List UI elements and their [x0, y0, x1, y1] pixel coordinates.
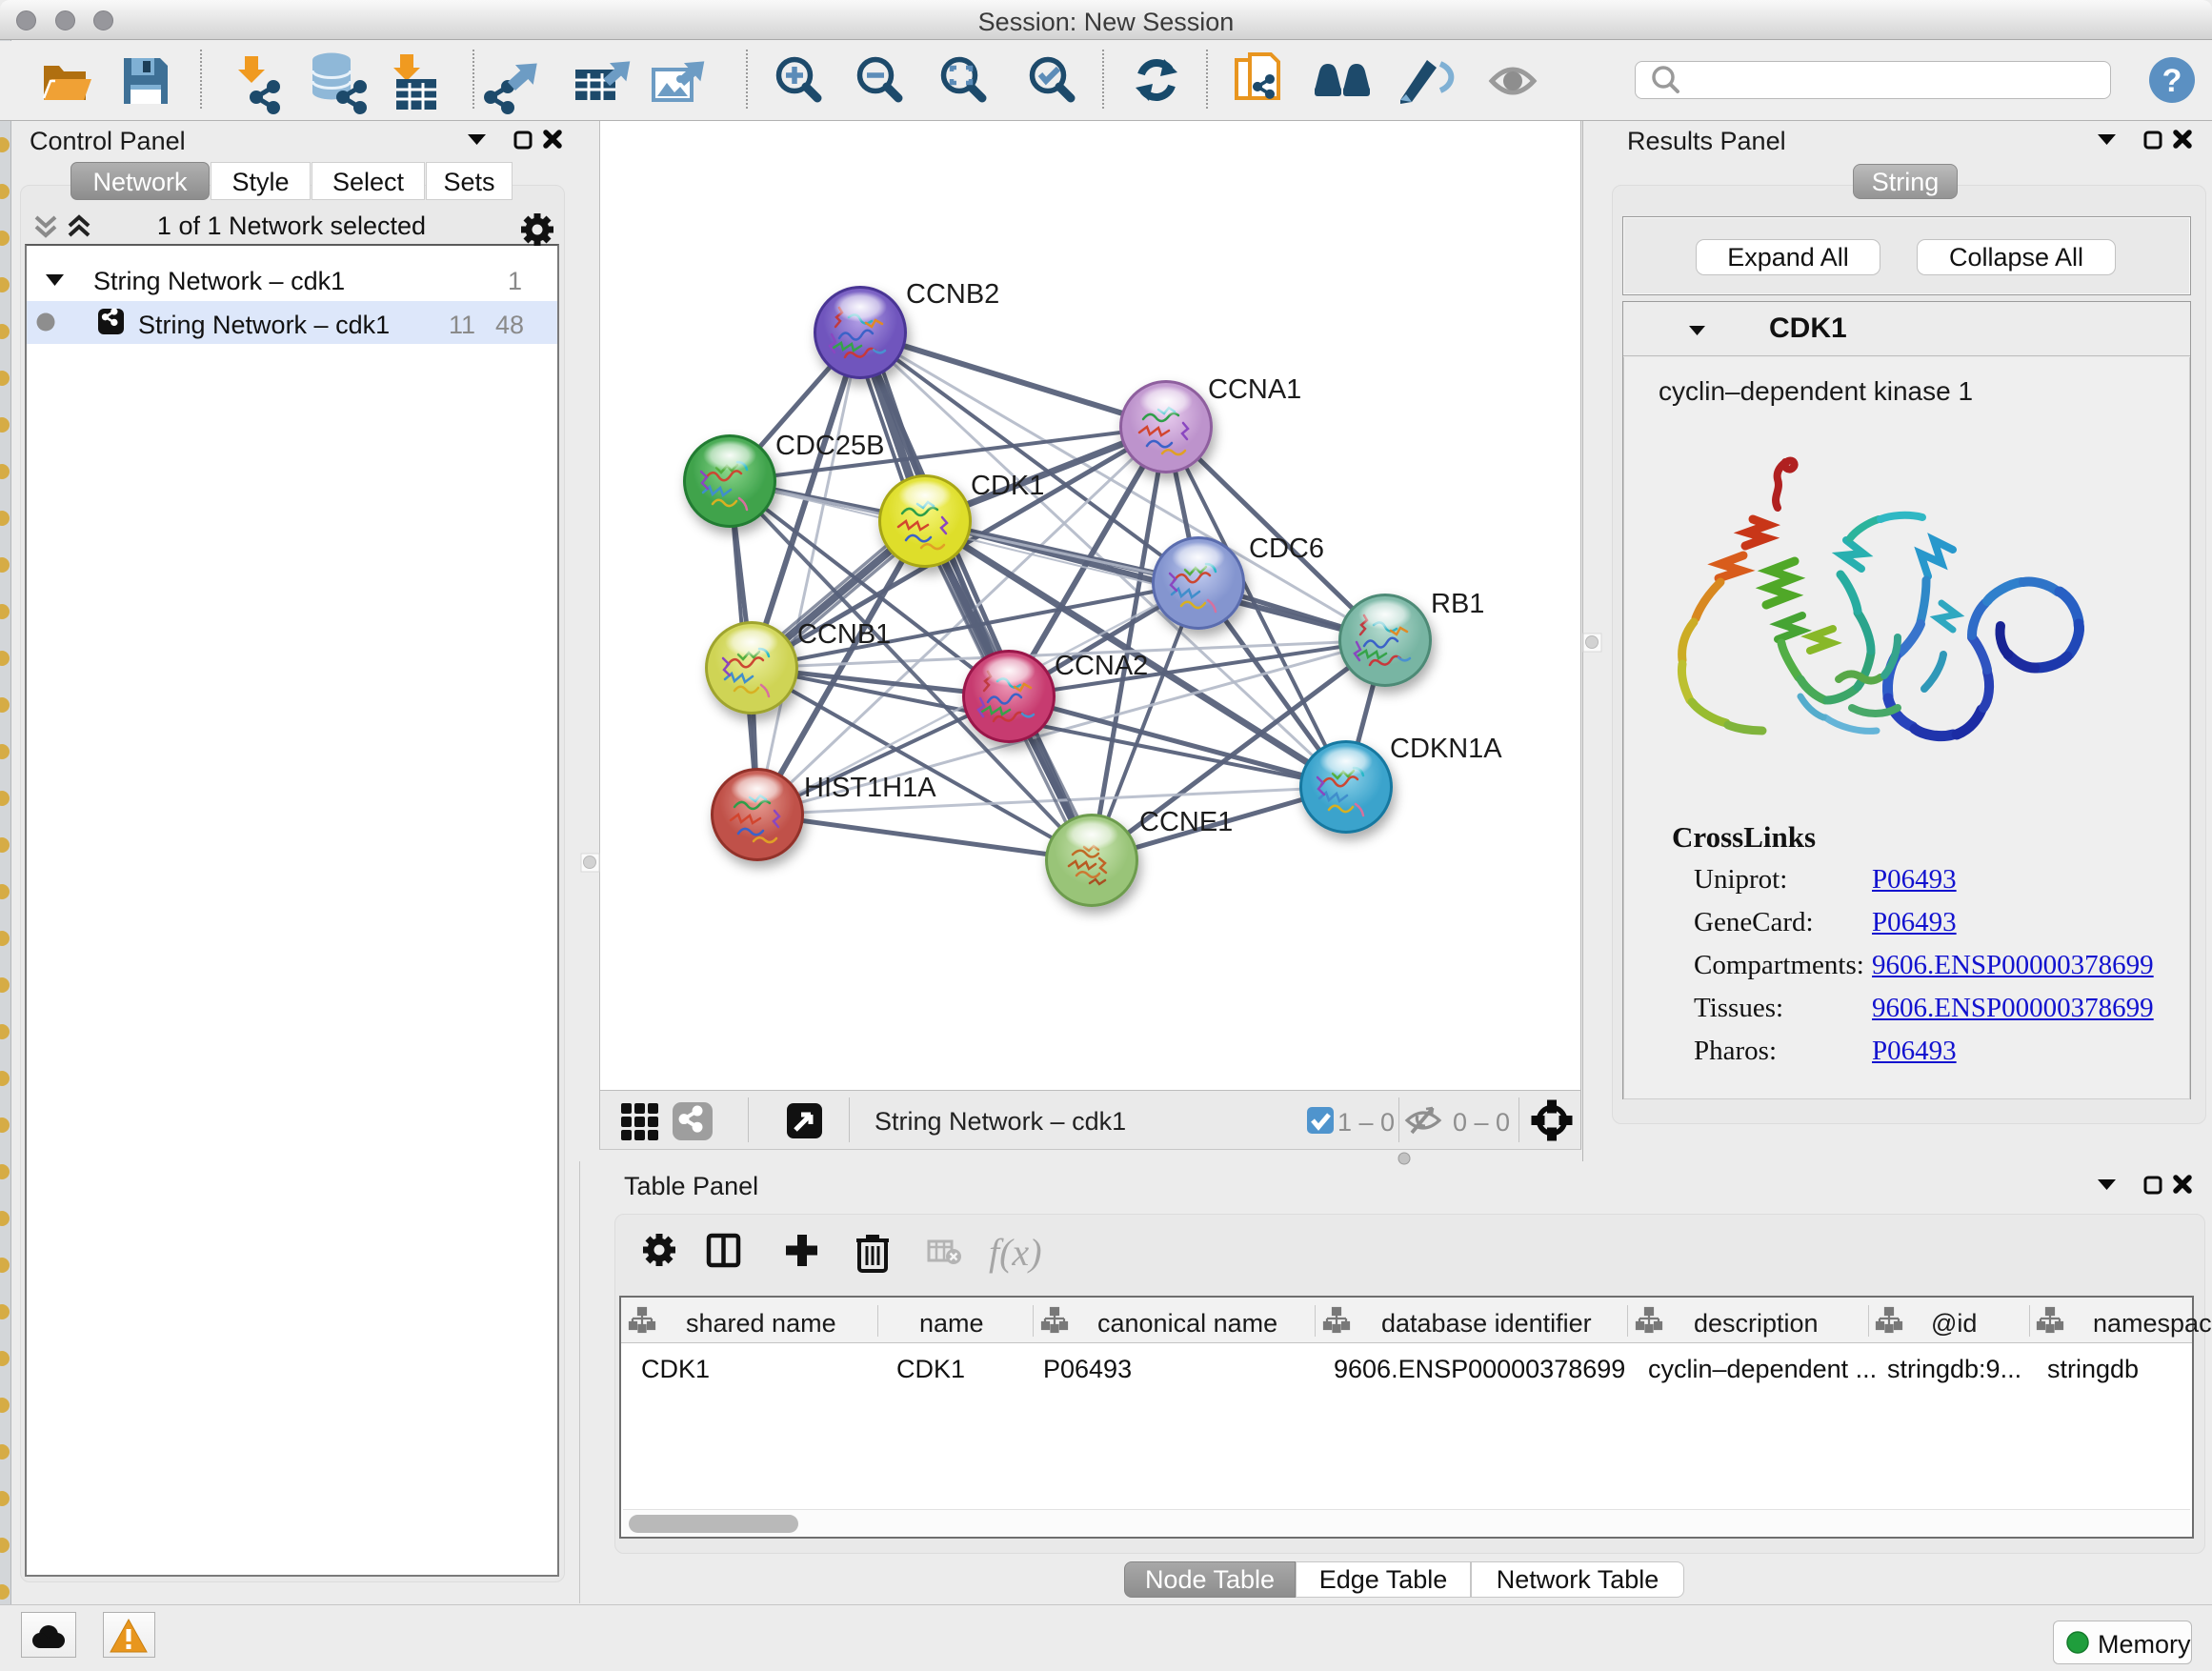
- svg-text:f(x): f(x): [989, 1231, 1042, 1274]
